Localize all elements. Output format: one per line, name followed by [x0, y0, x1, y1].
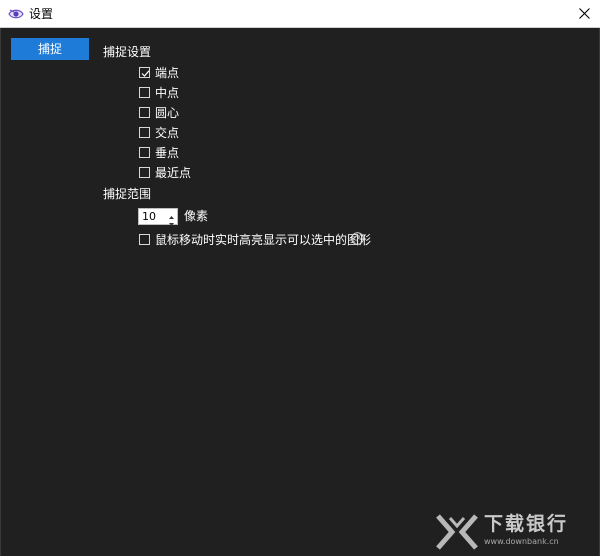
stepper-down-button[interactable] [166, 217, 177, 226]
checkbox-highlight-selectable[interactable] [139, 234, 150, 245]
snap-range-value[interactable]: 10 [142, 210, 156, 224]
checkbox-perpendicular[interactable] [139, 147, 150, 158]
close-button[interactable] [570, 0, 600, 28]
window-frame-left [0, 28, 1, 556]
close-icon [579, 8, 590, 19]
checkbox-midpoint[interactable] [139, 87, 150, 98]
snap-range-stepper[interactable]: 10 [138, 208, 178, 226]
checkbox-intersection[interactable] [139, 127, 150, 138]
snap-range-heading: 捕捉范围 [103, 187, 152, 201]
window-title: 设置 [29, 7, 54, 21]
checkbox-center-label: 圆心 [155, 106, 180, 120]
checkbox-highlight-selectable-label: 鼠标移动时实时高亮显示可以选中的图形 [155, 233, 372, 247]
settings-content [0, 28, 600, 556]
checkbox-endpoint[interactable] [139, 67, 150, 78]
checkbox-nearest[interactable] [139, 167, 150, 178]
title-bar: 设置 [0, 0, 600, 28]
checkbox-nearest-label: 最近点 [155, 166, 192, 180]
watermark-url: www.downbank.cn [484, 537, 559, 546]
checkbox-midpoint-label: 中点 [155, 86, 180, 100]
checkbox-perpendicular-label: 垂点 [155, 146, 180, 160]
checkbox-intersection-label: 交点 [155, 126, 180, 140]
checkbox-endpoint-label: 端点 [155, 66, 180, 80]
snap-settings-heading: 捕捉设置 [103, 45, 152, 59]
watermark-text: 下载银行 [484, 513, 569, 535]
help-circle-icon[interactable] [351, 232, 364, 245]
caret-down-icon [169, 223, 174, 226]
stepper-up-button[interactable] [166, 210, 177, 219]
snap-range-unit: 像素 [184, 209, 209, 223]
checkmark-icon [141, 70, 150, 77]
app-eye-icon [8, 7, 24, 21]
tab-snap[interactable]: 捕捉 [11, 38, 89, 60]
checkbox-center[interactable] [139, 107, 150, 118]
